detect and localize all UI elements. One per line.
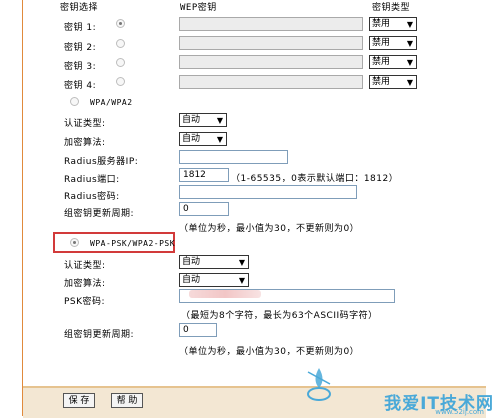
wpa-group-key-label: 组密钥更新周期: — [64, 209, 135, 219]
chevron-down-icon: ▼ — [238, 276, 245, 285]
chevron-down-icon: ▼ — [406, 39, 413, 48]
psk-password-hint: （最短为8个字符，最长为63个ASCII码字符） — [181, 311, 378, 321]
wep-key-4-type-select[interactable]: 禁用 ▼ — [369, 75, 417, 89]
key-select-header: 密钥选择 — [60, 3, 99, 13]
wep-key-2-radio[interactable] — [116, 39, 125, 48]
wep-key-3-radio[interactable] — [116, 58, 125, 67]
wpa-group-key-input[interactable]: 0 — [179, 202, 229, 216]
wep-key-header: WEP密钥 — [180, 3, 217, 13]
psk-group-key-label: 组密钥更新周期: — [64, 330, 135, 340]
watermark-logo-icon — [307, 368, 331, 401]
psk-password-label: PSK密码: — [64, 297, 106, 307]
select-value: 禁用 — [372, 77, 391, 87]
wep-key-3-type-select[interactable]: 禁用 ▼ — [369, 55, 417, 69]
select-value: 禁用 — [372, 57, 391, 67]
wep-key-1-type-select[interactable]: 禁用 ▼ — [369, 17, 417, 31]
radius-password-input[interactable] — [179, 185, 357, 199]
wep-key-label: 密钥 3: — [64, 62, 97, 72]
wep-key-3-input[interactable] — [179, 55, 363, 69]
wpa-auth-label: 认证类型: — [64, 119, 106, 129]
wpa-mode-radio[interactable] — [70, 97, 79, 106]
psk-auth-label: 认证类型: — [64, 261, 106, 271]
wep-key-1-input[interactable] — [179, 17, 363, 31]
wep-key-4-radio[interactable] — [116, 77, 125, 86]
radius-port-input[interactable]: 1812 — [179, 168, 229, 182]
radius-port-label: Radius端口: — [64, 175, 120, 185]
radius-password-label: Radius密码: — [64, 192, 120, 202]
wep-key-2-input[interactable] — [179, 36, 363, 50]
wpa-mode-label: WPA/WPA2 — [90, 98, 133, 107]
save-button[interactable]: 保 存 — [63, 393, 95, 408]
wpa-algo-select[interactable]: 自动 ▼ — [179, 132, 227, 146]
watermark-url: www.52ij.com — [435, 408, 484, 416]
radius-port-hint: （1-65535，0表示默认端口：1812） — [231, 174, 399, 184]
psk-mode-radio[interactable] — [70, 238, 79, 247]
select-value: 自动 — [182, 115, 201, 125]
radius-ip-input[interactable] — [179, 150, 288, 164]
select-value: 自动 — [182, 275, 201, 285]
wep-key-label: 密钥 2: — [64, 43, 97, 53]
help-button[interactable]: 帮 助 — [111, 393, 143, 408]
chevron-down-icon: ▼ — [238, 258, 245, 267]
chevron-down-icon: ▼ — [406, 78, 413, 87]
wpa-algo-label: 加密算法: — [64, 138, 106, 148]
wep-key-label: 密钥 4: — [64, 81, 97, 91]
wep-key-4-input[interactable] — [179, 75, 363, 89]
psk-group-key-hint: （单位为秒，最小值为30，不更新则为0） — [179, 347, 360, 357]
chevron-down-icon: ▼ — [406, 58, 413, 67]
key-type-header: 密钥类型 — [372, 3, 411, 13]
wpa-auth-select[interactable]: 自动 ▼ — [179, 113, 227, 127]
chevron-down-icon: ▼ — [216, 116, 223, 125]
psk-algo-label: 加密算法: — [64, 279, 106, 289]
psk-algo-select[interactable]: 自动 ▼ — [179, 273, 249, 287]
wep-key-2-type-select[interactable]: 禁用 ▼ — [369, 36, 417, 50]
psk-group-key-input[interactable]: 0 — [179, 323, 217, 337]
select-value: 自动 — [182, 134, 201, 144]
psk-auth-select[interactable]: 自动 ▼ — [179, 255, 249, 269]
wep-key-label: 密钥 1: — [64, 23, 97, 33]
select-value: 自动 — [182, 257, 201, 267]
redacted-password — [189, 290, 261, 298]
radius-ip-label: Radius服务器IP: — [64, 157, 139, 167]
select-value: 禁用 — [372, 38, 391, 48]
chevron-down-icon: ▼ — [216, 135, 223, 144]
wep-key-1-radio[interactable] — [116, 19, 125, 28]
psk-mode-label: WPA-PSK/WPA2-PSK — [90, 239, 176, 248]
select-value: 禁用 — [372, 19, 391, 29]
chevron-down-icon: ▼ — [406, 20, 413, 29]
wpa-group-key-hint: （单位为秒，最小值为30，不更新则为0） — [179, 224, 360, 234]
